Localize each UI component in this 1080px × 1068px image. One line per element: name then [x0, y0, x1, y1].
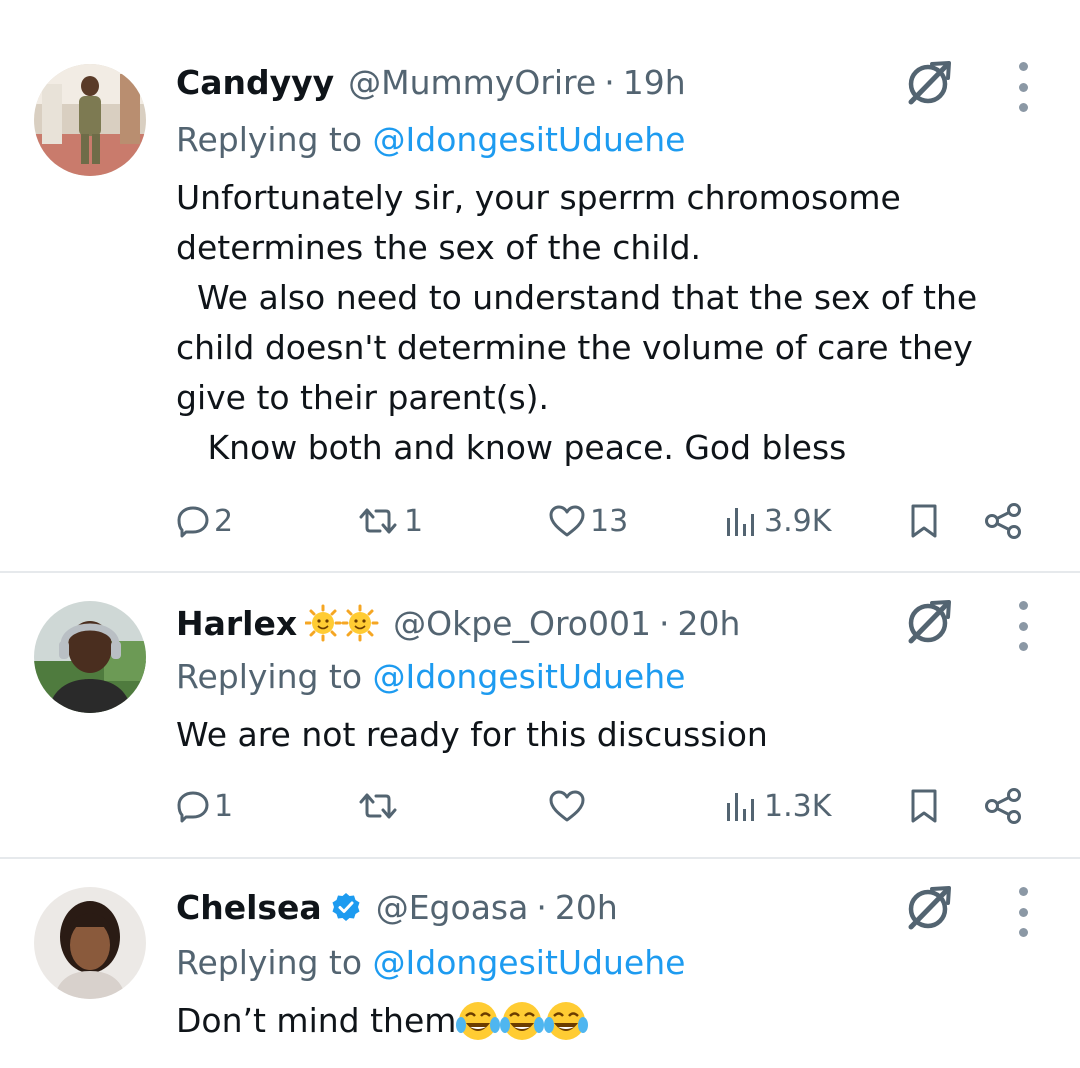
mention-link[interactable]: @IdongesitUduehe	[373, 120, 686, 159]
verified-badge-icon	[330, 891, 362, 923]
replying-to: Replying to @IdongesitUduehe	[176, 116, 685, 164]
repost-icon	[359, 508, 397, 534]
laughing-emoji	[456, 999, 589, 1043]
user-handle[interactable]: @MummyOrire	[348, 63, 596, 102]
repost-button[interactable]	[356, 781, 404, 831]
share-button[interactable]	[984, 781, 1024, 831]
separator: ·	[658, 603, 670, 643]
replying-to: Replying to @IdongesitUduehe	[176, 653, 685, 701]
timestamp[interactable]: 20h	[555, 888, 618, 927]
like-button[interactable]: 13	[548, 496, 628, 546]
grok-icon[interactable]	[902, 881, 956, 935]
repost-button[interactable]: 1	[356, 496, 423, 546]
mention-link[interactable]: @IdongesitUduehe	[373, 943, 686, 982]
reply-count: 1	[214, 788, 234, 824]
more-icon[interactable]	[1008, 887, 1038, 937]
avatar[interactable]	[34, 601, 146, 713]
tweet-harlex[interactable]: Harlex @Okpe_Oro001 · 20h Replying to @I…	[0, 573, 1080, 857]
like-icon	[549, 790, 585, 822]
user-handle[interactable]: @Okpe_Oro001	[393, 604, 651, 643]
mention-link[interactable]: @IdongesitUduehe	[373, 657, 686, 696]
reply-icon	[177, 791, 209, 823]
replying-prefix: Replying to	[176, 657, 373, 696]
share-button[interactable]	[984, 496, 1024, 546]
separator: ·	[536, 887, 547, 927]
tweet-text: We are not ready for this discussion	[176, 715, 768, 754]
repost-count: 1	[404, 503, 424, 539]
views-count: 1.3K	[764, 788, 832, 824]
action-bar: 1 1.3K	[0, 781, 1080, 831]
avatar[interactable]	[34, 64, 146, 176]
like-icon	[549, 505, 585, 537]
timestamp[interactable]: 19h	[623, 63, 686, 102]
tweet-text: Don’t mind them	[176, 1001, 457, 1040]
grok-icon[interactable]	[902, 595, 956, 649]
replying-prefix: Replying to	[176, 120, 373, 159]
reply-button[interactable]: 2	[176, 496, 233, 546]
avatar[interactable]	[34, 887, 146, 999]
tweet-header: Candyyy @MummyOrire · 19h	[176, 56, 686, 108]
views-count: 3.9K	[764, 503, 832, 539]
views-button[interactable]: 3.9K	[722, 496, 831, 546]
tweet-text: Unfortunately sir, your sperrm chromosom…	[176, 178, 978, 467]
timestamp[interactable]: 20h	[677, 604, 740, 643]
reply-count: 2	[214, 503, 234, 539]
repost-icon	[359, 793, 397, 819]
share-icon	[985, 503, 1021, 539]
like-count: 13	[590, 503, 629, 539]
separator: ·	[604, 62, 615, 102]
display-name[interactable]: Chelsea	[176, 888, 322, 927]
bookmark-button[interactable]	[908, 781, 940, 831]
share-icon	[985, 788, 1021, 824]
tweet-header: Harlex @Okpe_Oro001 · 20h	[176, 597, 740, 649]
more-icon[interactable]	[1008, 601, 1038, 651]
replying-to: Replying to @IdongesitUduehe	[176, 939, 685, 987]
views-button[interactable]: 1.3K	[722, 781, 831, 831]
display-name[interactable]: Candyyy	[176, 63, 334, 102]
bookmark-icon	[911, 789, 937, 823]
tweet-text-container: Don’t mind them	[176, 996, 1026, 1046]
user-handle[interactable]: @Egoasa	[376, 888, 529, 927]
more-icon[interactable]	[1008, 62, 1038, 112]
tweet-candyyy[interactable]: Candyyy @MummyOrire · 19h Replying to @I…	[0, 0, 1080, 572]
reply-button[interactable]: 1	[176, 781, 233, 831]
like-button[interactable]	[548, 781, 590, 831]
display-name[interactable]: Harlex	[176, 604, 297, 643]
grok-icon[interactable]	[902, 56, 956, 110]
action-bar: 2 1 13 3.9K	[0, 496, 1080, 546]
bookmark-icon	[911, 504, 937, 538]
tweet-header: Chelsea @Egoasa · 20h	[176, 881, 618, 933]
bookmark-button[interactable]	[908, 496, 940, 546]
replying-prefix: Replying to	[176, 943, 373, 982]
views-icon	[727, 793, 754, 821]
sun-emoji	[305, 604, 379, 642]
reply-icon	[177, 506, 209, 538]
views-icon	[727, 508, 754, 536]
tweet-chelsea[interactable]: Chelsea @Egoasa · 20h Replying to @Idong…	[0, 859, 1080, 1068]
